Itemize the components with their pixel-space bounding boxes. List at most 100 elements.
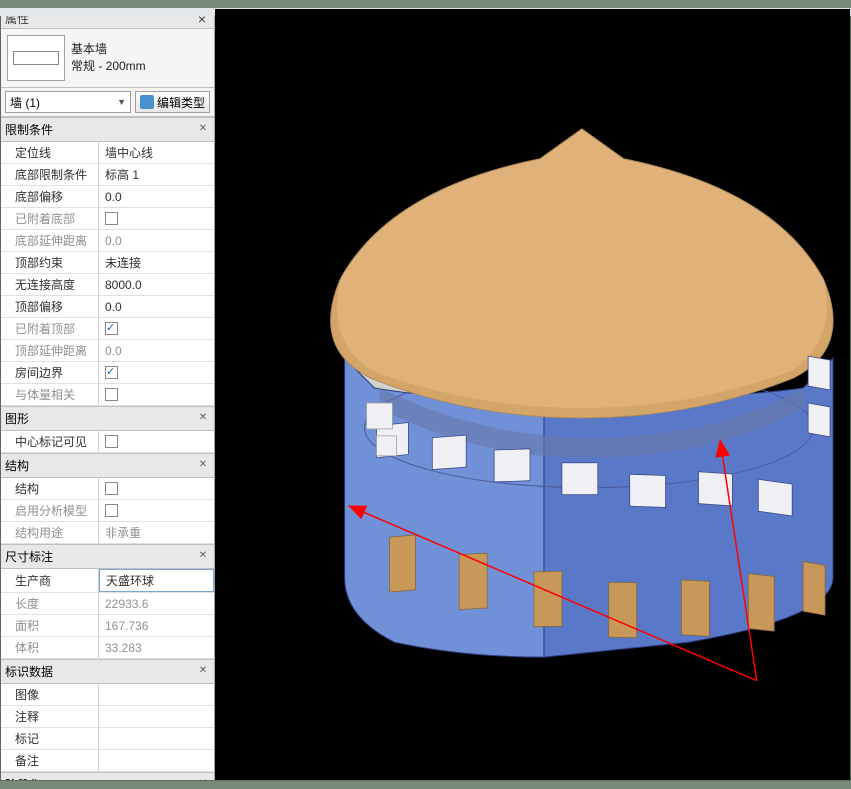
property-row: 顶部约束未连接 bbox=[1, 252, 214, 274]
collapse-icon[interactable]: ✕ bbox=[196, 550, 210, 564]
collapse-icon[interactable]: ✕ bbox=[196, 412, 210, 426]
element-filter-dropdown[interactable]: 墙 (1) ▼ bbox=[5, 91, 131, 113]
property-value[interactable] bbox=[99, 750, 214, 771]
property-row: 中心标记可见 bbox=[1, 431, 214, 453]
property-label: 长度 bbox=[1, 593, 99, 614]
property-row: 顶部偏移0.0 bbox=[1, 296, 214, 318]
property-label: 注释 bbox=[1, 706, 99, 727]
property-value[interactable]: 8000.0 bbox=[99, 274, 214, 295]
property-row: 长度22933.6 bbox=[1, 593, 214, 615]
type-variant: 常规 - 200mm bbox=[71, 58, 208, 75]
property-value[interactable]: 0.0 bbox=[99, 296, 214, 317]
property-value[interactable] bbox=[99, 431, 214, 452]
chevron-down-icon: ▼ bbox=[117, 97, 126, 107]
property-label: 底部偏移 bbox=[1, 186, 99, 207]
property-value bbox=[99, 384, 214, 405]
category-header[interactable]: 图形✕ bbox=[1, 406, 214, 431]
property-row: 结构 bbox=[1, 478, 214, 500]
property-row: 定位线墙中心线 bbox=[1, 142, 214, 164]
category-header[interactable]: 标识数据 ✕ bbox=[1, 659, 214, 684]
property-value: 22933.6 bbox=[99, 593, 214, 614]
property-label: 标记 bbox=[1, 728, 99, 749]
property-value[interactable] bbox=[99, 478, 214, 499]
property-row: 顶部延伸距离0.0 bbox=[1, 340, 214, 362]
property-label: 与体量相关 bbox=[1, 384, 99, 405]
filter-label: 墙 (1) bbox=[10, 94, 40, 111]
viewport-3d[interactable] bbox=[215, 9, 850, 780]
property-label: 已附着顶部 bbox=[1, 318, 99, 339]
property-label: 房间边界 bbox=[1, 362, 99, 383]
property-label: 面积 bbox=[1, 615, 99, 636]
category-name: 结构 bbox=[5, 457, 29, 474]
edit-type-label: 编辑类型 bbox=[157, 94, 205, 111]
category-header[interactable]: 结构 ✕ bbox=[1, 453, 214, 478]
checkbox bbox=[105, 504, 118, 517]
category-header[interactable]: 阶段化✕ bbox=[1, 772, 214, 780]
property-value bbox=[99, 500, 214, 521]
property-value bbox=[99, 208, 214, 229]
property-row: 图像 bbox=[1, 684, 214, 706]
property-label: 备注 bbox=[1, 750, 99, 771]
category-header[interactable]: 限制条件 ✕ bbox=[1, 117, 214, 142]
type-name: 基本墙 bbox=[71, 41, 208, 58]
property-row: 标记 bbox=[1, 728, 214, 750]
property-label: 无连接高度 bbox=[1, 274, 99, 295]
property-row: 生产商天盛环球 bbox=[1, 569, 214, 593]
property-row: 已附着底部 bbox=[1, 208, 214, 230]
property-label: 结构用途 bbox=[1, 522, 99, 543]
property-label: 图像 bbox=[1, 684, 99, 705]
category-header[interactable]: 尺寸标注✕ bbox=[1, 544, 214, 569]
category-name: 限制条件 bbox=[5, 121, 53, 138]
property-row: 体积33.283 bbox=[1, 637, 214, 659]
collapse-icon[interactable]: ✕ bbox=[196, 459, 210, 473]
checkbox bbox=[105, 322, 118, 335]
collapse-icon[interactable]: ✕ bbox=[196, 123, 210, 137]
property-value[interactable]: 0.0 bbox=[99, 186, 214, 207]
property-value[interactable]: 标高 1 bbox=[99, 164, 214, 185]
property-label: 底部延伸距离 bbox=[1, 230, 99, 251]
checkbox[interactable] bbox=[105, 366, 118, 379]
property-row: 与体量相关 bbox=[1, 384, 214, 406]
collapse-icon[interactable]: ✕ bbox=[196, 778, 210, 781]
property-label: 生产商 bbox=[1, 569, 99, 592]
property-value: 非承重 bbox=[99, 522, 214, 543]
property-value bbox=[99, 318, 214, 339]
property-row: 房间边界 bbox=[1, 362, 214, 384]
property-row: 已附着顶部 bbox=[1, 318, 214, 340]
property-value[interactable]: 天盛环球 bbox=[99, 569, 214, 592]
property-row: 结构用途非承重 bbox=[1, 522, 214, 544]
edit-type-button[interactable]: 编辑类型 bbox=[135, 91, 210, 113]
collapse-icon[interactable]: ✕ bbox=[196, 665, 210, 679]
property-value[interactable] bbox=[99, 728, 214, 749]
property-label: 已附着底部 bbox=[1, 208, 99, 229]
checkbox bbox=[105, 212, 118, 225]
type-selector[interactable]: 基本墙 常规 - 200mm bbox=[1, 29, 214, 88]
category-name: 标识数据 bbox=[5, 663, 53, 680]
property-value[interactable]: 未连接 bbox=[99, 252, 214, 273]
type-text: 基本墙 常规 - 200mm bbox=[71, 41, 208, 75]
property-value[interactable] bbox=[99, 684, 214, 705]
property-row: 底部偏移0.0 bbox=[1, 186, 214, 208]
property-label: 体积 bbox=[1, 637, 99, 658]
type-swatch-icon bbox=[7, 35, 65, 81]
property-row: 注释 bbox=[1, 706, 214, 728]
property-label: 中心标记可见 bbox=[1, 431, 99, 452]
property-label: 启用分析模型 bbox=[1, 500, 99, 521]
property-row: 启用分析模型 bbox=[1, 500, 214, 522]
property-label: 顶部偏移 bbox=[1, 296, 99, 317]
checkbox[interactable] bbox=[105, 435, 118, 448]
property-value: 0.0 bbox=[99, 230, 214, 251]
property-value[interactable]: 墙中心线 bbox=[99, 142, 214, 163]
edit-type-icon bbox=[140, 95, 154, 109]
property-value[interactable] bbox=[99, 362, 214, 383]
property-row: 底部限制条件标高 1 bbox=[1, 164, 214, 186]
property-value: 33.283 bbox=[99, 637, 214, 658]
property-value[interactable] bbox=[99, 706, 214, 727]
checkbox bbox=[105, 388, 118, 401]
property-label: 定位线 bbox=[1, 142, 99, 163]
model-3d bbox=[215, 9, 850, 780]
property-value: 0.0 bbox=[99, 340, 214, 361]
property-label: 结构 bbox=[1, 478, 99, 499]
checkbox[interactable] bbox=[105, 482, 118, 495]
property-row: 底部延伸距离0.0 bbox=[1, 230, 214, 252]
